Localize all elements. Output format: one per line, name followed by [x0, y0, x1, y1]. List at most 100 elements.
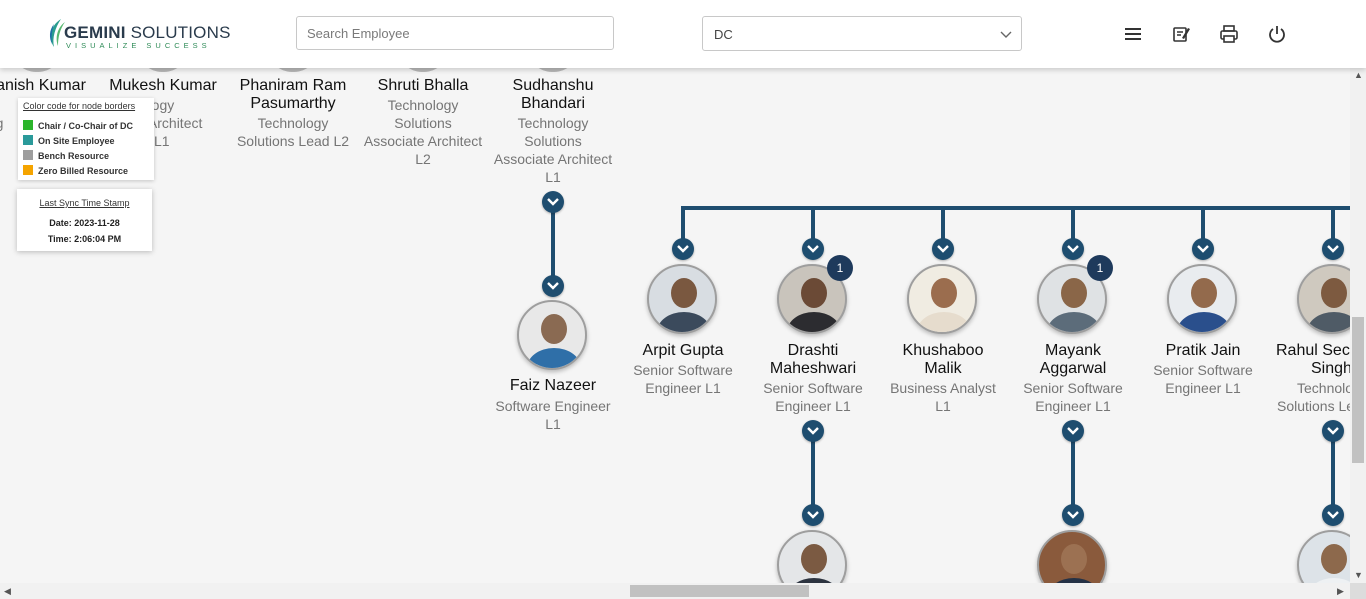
- employee-role: Engineer L1: [1035, 398, 1111, 414]
- employee-role: Business Analyst: [890, 380, 996, 396]
- chevron-down-icon: [1067, 245, 1079, 253]
- chevron-down-icon: [807, 511, 819, 519]
- employee-role: L1: [545, 416, 561, 432]
- employee-role: Solutions: [394, 115, 452, 131]
- power-icon[interactable]: [1267, 24, 1287, 44]
- dc-select-value: DC: [714, 27, 733, 42]
- employee-name: Sudhanshu: [512, 77, 594, 94]
- avatar[interactable]: [517, 300, 587, 370]
- collapse-toggle[interactable]: [542, 191, 564, 213]
- employee-role: Software Engineer: [495, 398, 611, 414]
- legend-panel: Color code for node borders Chair / Co-C…: [18, 98, 154, 180]
- brand-name: GEMINI SOLUTIONS: [64, 23, 231, 42]
- vertical-scrollbar[interactable]: ▲ ▼: [1350, 68, 1366, 583]
- employee-name: Phaniram Ram: [239, 77, 347, 94]
- chevron-down-icon: [1067, 427, 1079, 435]
- connector-line: [681, 206, 1350, 210]
- employee-role: Engineer L1: [775, 398, 851, 414]
- color-swatch: [23, 135, 33, 145]
- avatar[interactable]: [1037, 530, 1107, 583]
- sync-date: Date: 2023-11-28: [49, 218, 120, 228]
- avatar[interactable]: [528, 68, 578, 72]
- scroll-left-icon[interactable]: ◀: [4, 586, 11, 597]
- edit-note-icon[interactable]: [1171, 24, 1191, 44]
- chevron-down-icon: [1327, 427, 1339, 435]
- chevron-down-icon: [547, 198, 559, 206]
- expand-toggle[interactable]: [802, 504, 824, 526]
- collapse-toggle[interactable]: [802, 420, 824, 442]
- chevron-down-icon: [1000, 31, 1012, 38]
- employee-name: Shruti Bhalla: [377, 77, 469, 94]
- scroll-right-icon[interactable]: ▶: [1337, 586, 1344, 597]
- expand-toggle[interactable]: [1062, 504, 1084, 526]
- legend-item: Zero Billed Resource: [23, 165, 128, 176]
- expand-toggle[interactable]: [1322, 238, 1344, 260]
- employee-name: Aggarwal: [1039, 360, 1107, 377]
- employee-name: Drashti: [787, 342, 839, 359]
- employee-role: L2: [415, 151, 431, 167]
- employee-role: Associate Architect: [493, 151, 613, 167]
- expand-toggle[interactable]: [542, 275, 564, 297]
- chevron-down-icon: [937, 245, 949, 253]
- gemini-solutions-logo[interactable]: GEMINI SOLUTIONS VISUALIZE SUCCESS: [46, 18, 230, 52]
- legend-item: On Site Employee: [23, 135, 115, 146]
- employee-role: Technology: [517, 115, 589, 131]
- horizontal-scroll-thumb[interactable]: [630, 585, 809, 597]
- employee-role: Technology: [387, 97, 459, 113]
- chevron-down-icon: [1067, 511, 1079, 519]
- employee-name: Singh: [1311, 360, 1350, 377]
- expand-toggle[interactable]: [672, 238, 694, 260]
- avatar[interactable]: [1167, 264, 1237, 334]
- connector-line: [1331, 206, 1335, 242]
- avatar[interactable]: [1297, 264, 1350, 334]
- scroll-down-icon[interactable]: ▼: [1354, 570, 1363, 580]
- dc-select[interactable]: DC: [702, 16, 1022, 51]
- avatar[interactable]: [138, 68, 188, 72]
- chevron-down-icon: [1327, 245, 1339, 253]
- org-chart: anish Kumar nic Eng Mukesh Kumar nology …: [0, 68, 1350, 583]
- avatar[interactable]: [12, 68, 62, 72]
- employee-name: Mayank: [1044, 342, 1102, 359]
- employee-name: Bhandari: [520, 95, 586, 112]
- connector-line: [1201, 206, 1205, 242]
- color-swatch: [23, 165, 33, 175]
- print-icon[interactable]: [1219, 24, 1239, 44]
- search-employee-input[interactable]: [296, 16, 614, 50]
- chevron-down-icon: [1197, 245, 1209, 253]
- scroll-up-icon[interactable]: ▲: [1354, 70, 1363, 80]
- collapse-toggle[interactable]: [1322, 420, 1344, 442]
- avatar[interactable]: [907, 264, 977, 334]
- employee-role: Solutions: [524, 133, 582, 149]
- hamburger-menu-icon[interactable]: [1123, 24, 1143, 44]
- avatar[interactable]: [398, 68, 448, 72]
- employee-name: Faiz Nazeer: [509, 377, 597, 394]
- expand-toggle[interactable]: [1192, 238, 1214, 260]
- sync-timestamp-card: Last Sync Time Stamp Date: 2023-11-28 Ti…: [17, 189, 152, 251]
- expand-toggle[interactable]: [932, 238, 954, 260]
- avatar[interactable]: [777, 530, 847, 583]
- avatar[interactable]: [268, 68, 318, 72]
- employee-role: Senior Software: [1153, 362, 1253, 378]
- horizontal-scrollbar[interactable]: ◀ ▶: [0, 583, 1350, 599]
- connector-line: [811, 206, 815, 242]
- expand-toggle[interactable]: [1322, 504, 1344, 526]
- avatar[interactable]: [647, 264, 717, 334]
- employee-role: Solutions Le: [1277, 398, 1350, 414]
- employee-name: Rahul Sec: [1276, 342, 1350, 359]
- legend-item: Chair / Co-Chair of DC: [23, 120, 133, 131]
- collapse-toggle[interactable]: [1062, 420, 1084, 442]
- sync-title: Last Sync Time Stamp: [39, 198, 130, 208]
- avatar[interactable]: [1297, 530, 1350, 583]
- employee-role: Technology: [257, 115, 329, 131]
- employee-name: Mukesh Kumar: [109, 77, 217, 94]
- legend-title: Color code for node borders: [23, 101, 136, 111]
- chevron-down-icon: [807, 245, 819, 253]
- expand-toggle[interactable]: [802, 238, 824, 260]
- top-header: GEMINI SOLUTIONS VISUALIZE SUCCESS DC: [0, 0, 1366, 68]
- employee-role: Senior Software: [1023, 380, 1123, 396]
- employee-role: Senior Software: [633, 362, 733, 378]
- vertical-scroll-thumb[interactable]: [1352, 317, 1364, 463]
- employee-name: Pasumarthy: [250, 95, 336, 112]
- expand-toggle[interactable]: [1062, 238, 1084, 260]
- employee-name: Maheshwari: [769, 360, 857, 377]
